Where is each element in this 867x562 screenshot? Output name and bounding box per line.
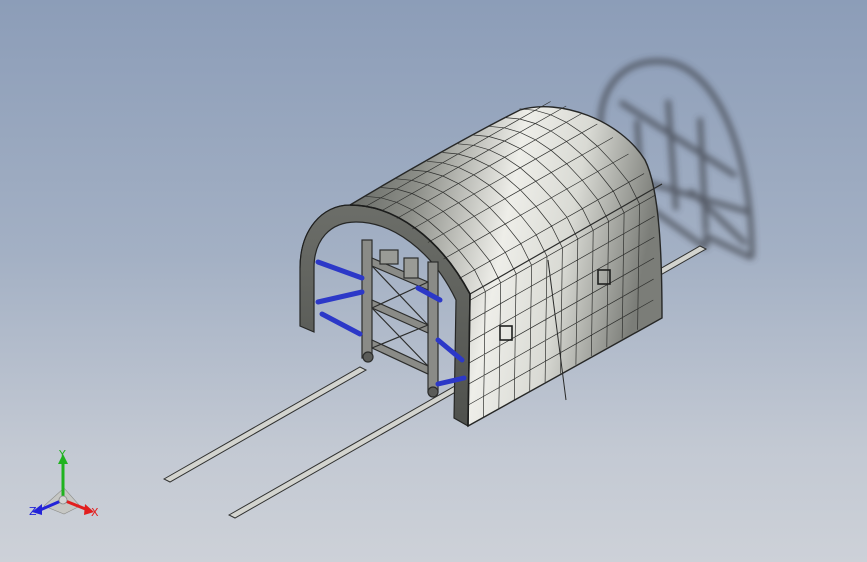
coordinate-triad: Y X Z — [28, 448, 104, 524]
support-gantry — [361, 239, 439, 398]
model-viewport[interactable] — [0, 0, 867, 562]
triad-x-label: X — [91, 506, 99, 519]
rail-left — [162, 366, 368, 483]
triad-z-label: Z — [29, 505, 37, 518]
triad-y-label: Y — [58, 448, 66, 461]
hydraulic-bracing — [315, 259, 467, 387]
